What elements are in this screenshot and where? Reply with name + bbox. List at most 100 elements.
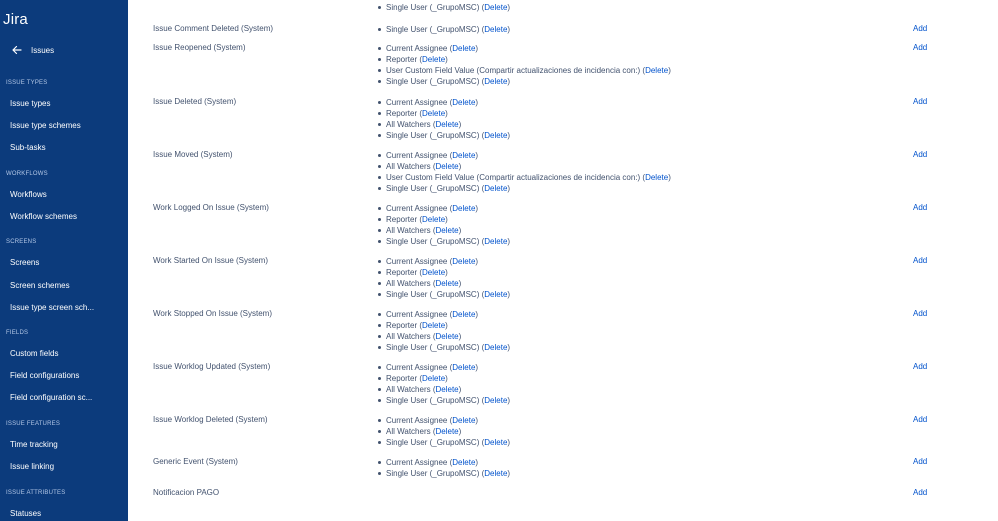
delete-recipient-link[interactable]: Delete xyxy=(452,310,475,319)
delete-recipient-link[interactable]: Delete xyxy=(452,416,475,425)
delete-recipient-link[interactable]: Delete xyxy=(436,279,459,288)
add-notification-link[interactable]: Add xyxy=(913,24,927,33)
recipient-label: Current Assignee xyxy=(386,416,448,425)
recipient-label: Single User (_GrupoMSC) xyxy=(386,131,480,140)
delete-recipient-link[interactable]: Delete xyxy=(436,226,459,235)
delete-recipient-link[interactable]: Delete xyxy=(422,55,445,64)
recipient-label: Reporter xyxy=(386,55,418,64)
delete-recipient-link[interactable]: Delete xyxy=(452,98,475,107)
delete-recipient-link[interactable]: Delete xyxy=(452,458,475,467)
delete-recipient-link[interactable]: Delete xyxy=(436,332,459,341)
sidebar-item-workflows[interactable]: Workflows xyxy=(10,190,47,199)
delete-recipient-link[interactable]: Delete xyxy=(436,162,459,171)
section-heading-issue-attributes: ISSUE ATTRIBUTES xyxy=(6,490,66,496)
delete-recipient-link[interactable]: Delete xyxy=(484,3,507,12)
delete-recipient-link[interactable]: Delete xyxy=(484,343,507,352)
recipient-item: Current Assignee (Delete) xyxy=(378,43,671,54)
arrow-left-icon xyxy=(12,45,22,55)
add-notification-link[interactable]: Add xyxy=(913,457,927,466)
recipient-label: Current Assignee xyxy=(386,44,448,53)
back-to-issues[interactable]: Issues xyxy=(10,43,54,57)
section-heading-issue-features: ISSUE FEATURES xyxy=(6,421,61,427)
recipient-list: Current Assignee (Delete) Single User (_G… xyxy=(378,457,510,479)
delete-recipient-link[interactable]: Delete xyxy=(452,204,475,213)
event-name: Notificacion PAGO xyxy=(153,488,220,497)
section-heading-screens: SCREENS xyxy=(6,239,37,245)
jira-logo[interactable]: Jira xyxy=(3,11,28,28)
add-notification-link[interactable]: Add xyxy=(913,97,927,106)
recipient-list: Current Assignee (Delete) Reporter (Delet… xyxy=(378,203,510,247)
recipient-list: Current Assignee (Delete) Reporter (Delet… xyxy=(378,362,510,406)
sidebar-item-issue-linking[interactable]: Issue linking xyxy=(10,462,54,471)
delete-recipient-link[interactable]: Delete xyxy=(436,120,459,129)
sidebar-item-screens[interactable]: Screens xyxy=(10,258,39,267)
recipient-item: Current Assignee (Delete) xyxy=(378,97,510,108)
event-name: Issue Worklog Updated (System) xyxy=(153,362,271,371)
delete-recipient-link[interactable]: Delete xyxy=(484,25,507,34)
delete-recipient-link[interactable]: Delete xyxy=(422,268,445,277)
add-notification-link[interactable]: Add xyxy=(913,309,927,318)
recipient-list: Current Assignee (Delete) Reporter (Delet… xyxy=(378,97,510,141)
delete-recipient-link[interactable]: Delete xyxy=(422,215,445,224)
sidebar-item-issue-types[interactable]: Issue types xyxy=(10,99,50,108)
add-notification-link[interactable]: Add xyxy=(913,256,927,265)
recipient-list: Current Assignee (Delete) Reporter (Delet… xyxy=(378,309,510,353)
sidebar-item-time-tracking[interactable]: Time tracking xyxy=(10,440,58,449)
recipient-label: User Custom Field Value (Compartir actua… xyxy=(386,66,641,75)
recipient-label: User Custom Field Value (Compartir actua… xyxy=(386,173,641,182)
add-notification-link[interactable]: Add xyxy=(913,203,927,212)
recipient-label: Reporter xyxy=(386,374,418,383)
add-notification-link[interactable]: Add xyxy=(913,362,927,371)
sidebar-item-issue-type-schemes[interactable]: Issue type schemes xyxy=(10,121,81,130)
add-notification-link[interactable]: Add xyxy=(913,150,927,159)
delete-recipient-link[interactable]: Delete xyxy=(422,109,445,118)
recipient-label: Single User (_GrupoMSC) xyxy=(386,469,480,478)
delete-recipient-link[interactable]: Delete xyxy=(484,396,507,405)
recipient-item: Reporter (Delete) xyxy=(378,267,510,278)
delete-recipient-link[interactable]: Delete xyxy=(484,131,507,140)
delete-recipient-link[interactable]: Delete xyxy=(484,469,507,478)
recipient-label: Single User (_GrupoMSC) xyxy=(386,290,480,299)
recipient-item: Current Assignee (Delete) xyxy=(378,309,510,320)
delete-recipient-link[interactable]: Delete xyxy=(452,44,475,53)
delete-recipient-link[interactable]: Delete xyxy=(484,438,507,447)
event-name: Work Started On Issue (System) xyxy=(153,256,268,265)
sidebar-item-statuses[interactable]: Statuses xyxy=(10,509,41,518)
recipient-item: Reporter (Delete) xyxy=(378,320,510,331)
sidebar-item-screen-schemes[interactable]: Screen schemes xyxy=(10,281,70,290)
notification-events-list: Single User (_GrupoMSC) (Delete) Issue Co… xyxy=(128,0,998,521)
event-name: Issue Worklog Deleted (System) xyxy=(153,415,268,424)
recipient-item: All Watchers (Delete) xyxy=(378,161,671,172)
recipient-label: Current Assignee xyxy=(386,363,448,372)
recipient-list: Current Assignee (Delete) All Watchers (D… xyxy=(378,415,510,448)
delete-recipient-link[interactable]: Delete xyxy=(452,363,475,372)
delete-recipient-link[interactable]: Delete xyxy=(422,374,445,383)
add-notification-link[interactable]: Add xyxy=(913,415,927,424)
recipient-item: Single User (_GrupoMSC) (Delete) xyxy=(378,437,510,448)
delete-recipient-link[interactable]: Delete xyxy=(645,173,668,182)
recipient-label: Single User (_GrupoMSC) xyxy=(386,343,480,352)
delete-recipient-link[interactable]: Delete xyxy=(436,427,459,436)
recipient-item: All Watchers (Delete) xyxy=(378,331,510,342)
sidebar-item-custom-fields[interactable]: Custom fields xyxy=(10,349,58,358)
delete-recipient-link[interactable]: Delete xyxy=(484,237,507,246)
delete-recipient-link[interactable]: Delete xyxy=(484,184,507,193)
delete-recipient-link[interactable]: Delete xyxy=(484,290,507,299)
delete-recipient-link[interactable]: Delete xyxy=(452,151,475,160)
recipient-item: All Watchers (Delete) xyxy=(378,225,510,236)
event-name: Work Logged On Issue (System) xyxy=(153,203,269,212)
add-notification-link[interactable]: Add xyxy=(913,488,927,497)
sidebar-item-issue-type-screen-sch[interactable]: Issue type screen sch... xyxy=(10,303,94,312)
sidebar-item-field-configuration-sc[interactable]: Field configuration sc... xyxy=(10,393,92,402)
delete-recipient-link[interactable]: Delete xyxy=(452,257,475,266)
sidebar-item-sub-tasks[interactable]: Sub-tasks xyxy=(10,143,46,152)
sidebar-item-field-configurations[interactable]: Field configurations xyxy=(10,371,79,380)
delete-recipient-link[interactable]: Delete xyxy=(645,66,668,75)
delete-recipient-link[interactable]: Delete xyxy=(484,77,507,86)
add-notification-link[interactable]: Add xyxy=(913,43,927,52)
event-name: Generic Event (System) xyxy=(153,457,238,466)
sidebar-item-workflow-schemes[interactable]: Workflow schemes xyxy=(10,212,77,221)
delete-recipient-link[interactable]: Delete xyxy=(436,385,459,394)
delete-recipient-link[interactable]: Delete xyxy=(422,321,445,330)
recipient-item: Single User (_GrupoMSC) (Delete) xyxy=(378,2,510,13)
